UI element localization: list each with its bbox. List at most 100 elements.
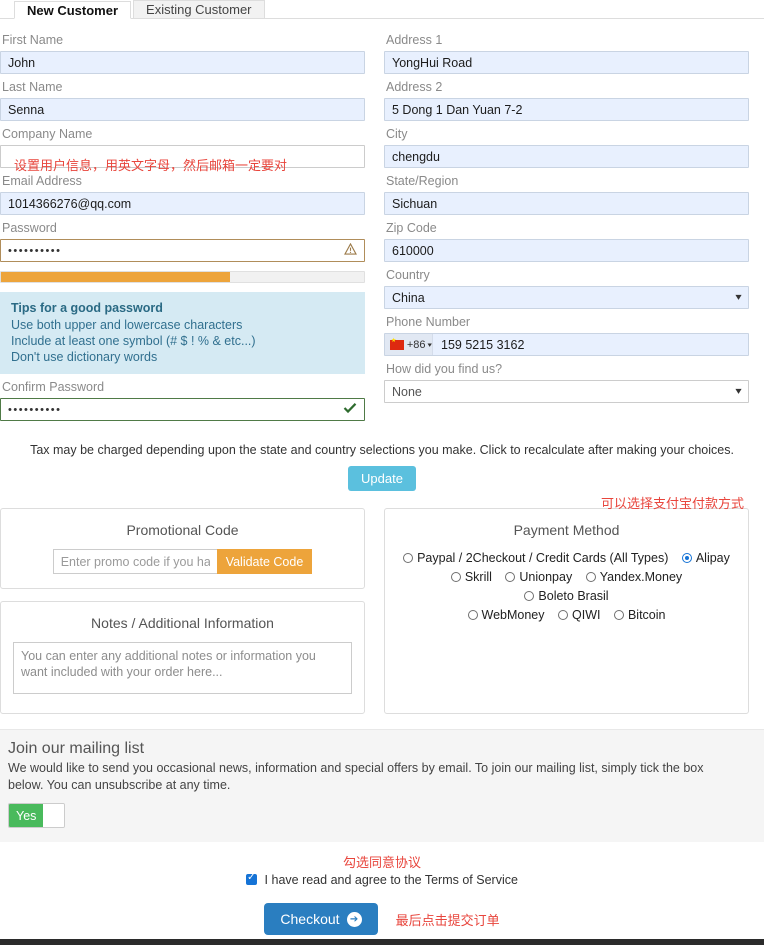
checkout-button[interactable]: Checkout ➔ xyxy=(264,903,378,935)
address1-input[interactable]: YongHui Road xyxy=(384,51,749,74)
address2-input[interactable]: 5 Dong 1 Dan Yuan 7-2 xyxy=(384,98,749,121)
annotation-payment-note: 可以选择支付宝付款方式 xyxy=(600,497,744,512)
first-name-input[interactable]: John xyxy=(0,51,365,74)
payment-option-alipay[interactable]: Alipay xyxy=(681,549,730,567)
mailing-list-section: Join our mailing list We would like to s… xyxy=(0,729,764,842)
payment-option-paypal[interactable]: Paypal / 2Checkout / Credit Cards (All T… xyxy=(403,549,668,567)
tab-existing-customer-label: Existing Customer xyxy=(146,2,252,17)
chevron-down-icon: ▾ xyxy=(428,341,433,349)
china-flag-icon xyxy=(390,337,404,350)
notes-textarea[interactable] xyxy=(13,642,352,694)
checkout-form: First Name John Last Name Senna Company … xyxy=(0,19,764,421)
radio-icon[interactable] xyxy=(505,572,516,582)
payment-method-panel: 可以选择支付宝付款方式 Payment Method Paypal / 2Che… xyxy=(384,497,749,714)
payment-option-skrill-label: Skrill xyxy=(464,570,492,584)
mailing-list-toggle[interactable]: Yes xyxy=(8,803,65,828)
chevron-down-icon: ▾ xyxy=(735,386,742,397)
phone-country-selector[interactable]: +86 ▾ xyxy=(385,334,433,355)
radio-icon[interactable] xyxy=(681,553,692,563)
city-input[interactable]: chengdu xyxy=(384,145,749,168)
terms-checkbox[interactable] xyxy=(246,872,258,885)
promo-code-input[interactable] xyxy=(52,549,217,574)
payment-option-skrill[interactable]: Skrill xyxy=(450,568,492,586)
payment-option-unionpay[interactable]: Unionpay xyxy=(505,568,572,586)
password-tip-2: Include at least one symbol (# $ ! % & e… xyxy=(11,334,256,348)
payment-option-boleto-brasil-label: Boleto Brasil xyxy=(538,589,609,603)
password-tips-box: Tips for a good password Use both upper … xyxy=(0,292,365,374)
password-input[interactable]: •••••••••• xyxy=(0,239,365,262)
phone-input[interactable]: +86 ▾ 159 5215 3162 xyxy=(384,333,749,356)
tab-new-customer-label: New Customer xyxy=(27,3,119,18)
password-label: Password xyxy=(2,221,57,235)
footer-bar xyxy=(0,939,764,945)
tab-new-customer[interactable]: New Customer xyxy=(14,1,132,19)
phone-number-value: 159 5215 3162 xyxy=(441,337,525,352)
radio-icon[interactable] xyxy=(467,610,478,620)
last-name-label: Last Name xyxy=(2,80,63,94)
radio-icon[interactable] xyxy=(585,572,596,582)
payment-option-qiwi[interactable]: QIWI xyxy=(558,606,600,624)
terms-label: I have read and agree to the Terms of Se… xyxy=(264,873,518,887)
radio-icon[interactable] xyxy=(403,553,414,563)
country-select[interactable]: China ▾ xyxy=(384,286,749,309)
annotation-terms-note: 勾选同意协议 xyxy=(342,856,421,871)
radio-icon[interactable] xyxy=(558,610,568,620)
last-name-input[interactable]: Senna xyxy=(0,98,365,121)
payment-option-bitcoin-label: Bitcoin xyxy=(627,608,666,622)
payment-option-webmoney[interactable]: WebMoney xyxy=(467,606,545,624)
country-label: Country xyxy=(386,268,430,282)
payment-row-2: Skrill Unionpay Yandex.Money Boleto Bras… xyxy=(397,568,736,606)
radio-icon[interactable] xyxy=(613,610,624,620)
payment-option-yandex-money[interactable]: Yandex.Money xyxy=(585,568,683,586)
phone-country-code: +86 xyxy=(406,338,426,351)
phone-label: Phone Number xyxy=(386,315,471,329)
email-label: Email Address xyxy=(2,174,82,188)
tax-notice: Tax may be charged depending upon the st… xyxy=(0,443,764,491)
zip-label: Zip Code xyxy=(386,221,437,235)
country-value: China xyxy=(392,290,425,305)
payment-row-1: Paypal / 2Checkout / Credit Cards (All T… xyxy=(397,549,736,568)
zip-input[interactable]: 610000 xyxy=(384,239,749,262)
payment-option-boleto-brasil[interactable]: Boleto Brasil xyxy=(524,587,609,605)
password-strength-fill xyxy=(1,272,230,282)
payment-option-qiwi-label: QIWI xyxy=(572,608,601,622)
validate-code-button[interactable]: Validate Code xyxy=(216,549,313,574)
left-panels-stack: Promotional Code Validate Code Notes / A… xyxy=(0,508,365,714)
address1-label: Address 1 xyxy=(386,33,443,47)
payment-row-3: WebMoney QIWI Bitcoin xyxy=(397,606,736,625)
tab-existing-customer[interactable]: Existing Customer xyxy=(133,0,265,18)
first-name-label: First Name xyxy=(2,33,64,47)
address1-value: YongHui Road xyxy=(392,55,473,70)
checkout-row: Checkout ➔ 最后点击提交订单 xyxy=(0,903,764,935)
payment-title: Payment Method xyxy=(513,522,620,538)
annotation-company-note: 设置用户信息，用英文字母，然后邮箱一定要对 xyxy=(14,159,288,174)
state-value: Sichuan xyxy=(392,196,438,211)
radio-icon[interactable] xyxy=(450,572,461,582)
payment-option-yandex-money-label: Yandex.Money xyxy=(599,570,683,584)
promo-title: Promotional Code xyxy=(126,522,239,538)
find-us-select[interactable]: None ▾ xyxy=(384,380,749,403)
payment-option-unionpay-label: Unionpay xyxy=(519,570,573,584)
check-icon xyxy=(343,402,357,417)
state-label: State/Region xyxy=(386,174,459,188)
password-tips-title: Tips for a good password xyxy=(11,301,163,315)
email-input[interactable]: 1014366276@qq.com xyxy=(0,192,365,215)
payment-option-bitcoin[interactable]: Bitcoin xyxy=(613,606,666,624)
city-value: chengdu xyxy=(392,149,440,164)
notes-panel: Notes / Additional Information xyxy=(0,601,365,714)
password-tip-3: Don't use dictionary words xyxy=(11,350,158,364)
terms-line: I have read and agree to the Terms of Se… xyxy=(0,872,764,887)
find-us-value: None xyxy=(392,384,422,399)
payment-option-paypal-label: Paypal / 2Checkout / Credit Cards (All T… xyxy=(417,551,669,565)
company-name-field: 设置用户信息，用英文字母，然后邮箱一定要对 xyxy=(0,145,365,174)
update-button[interactable]: Update xyxy=(348,466,416,491)
promo-row: Validate Code xyxy=(13,549,352,574)
radio-icon[interactable] xyxy=(524,591,535,601)
last-name-value: Senna xyxy=(8,102,45,117)
address-details-column: Address 1 YongHui Road Address 2 5 Dong … xyxy=(384,27,749,421)
notes-title: Notes / Additional Information xyxy=(91,615,274,631)
chevron-down-icon: ▾ xyxy=(735,292,742,303)
confirm-password-input[interactable]: •••••••••• xyxy=(0,398,365,421)
checkout-button-label: Checkout xyxy=(280,911,340,927)
state-input[interactable]: Sichuan xyxy=(384,192,749,215)
